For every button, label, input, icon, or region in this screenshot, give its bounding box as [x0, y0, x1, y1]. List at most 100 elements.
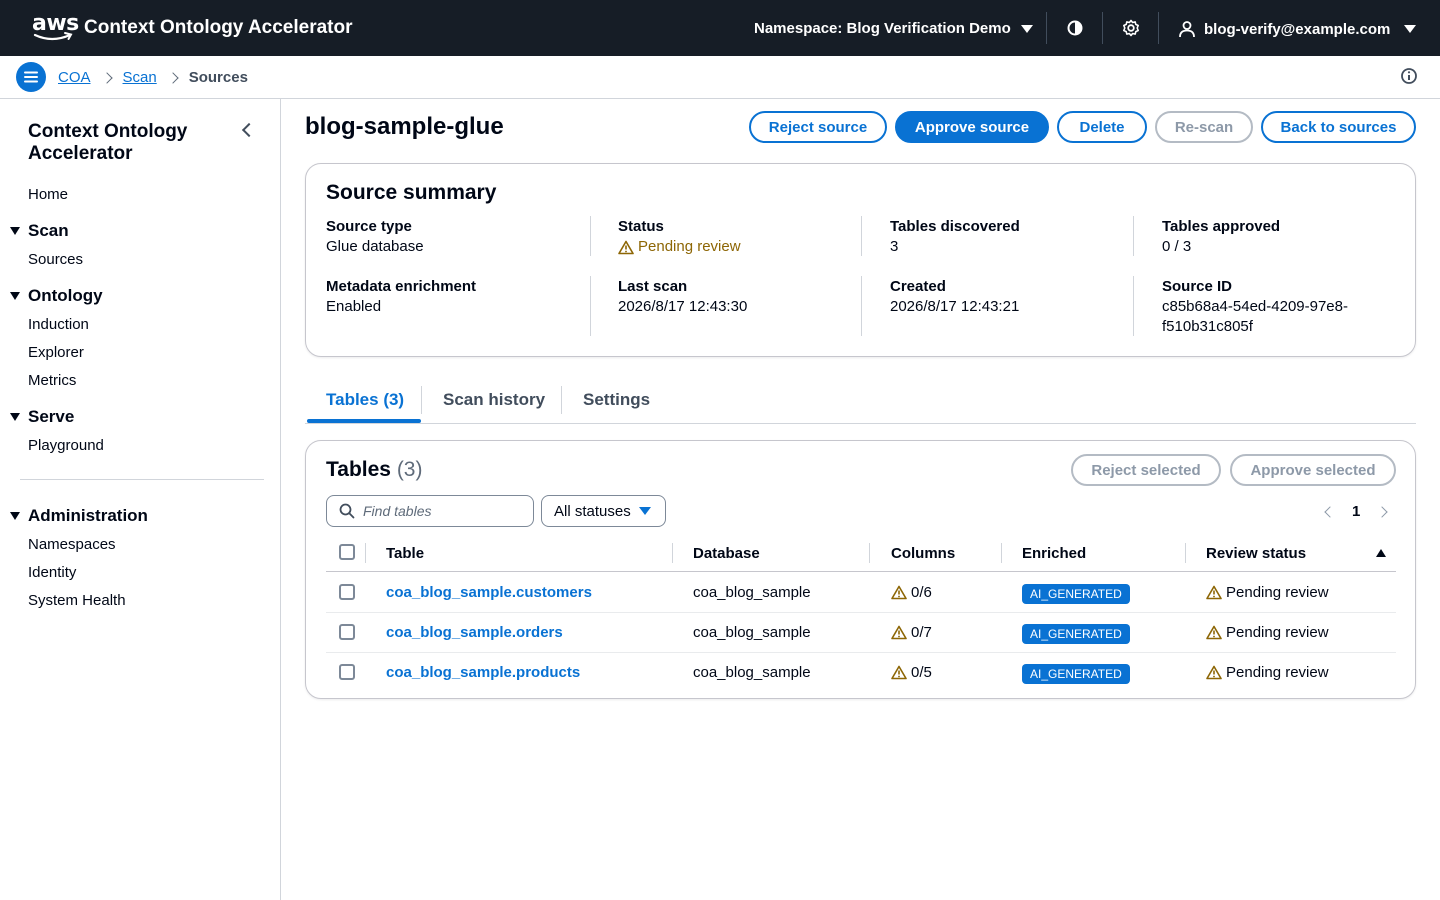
column-divider [1185, 543, 1186, 563]
field-label: Status [618, 218, 664, 235]
field-value: 3 [890, 238, 899, 255]
sidebar-section-scan[interactable]: Scan [10, 221, 69, 241]
tab-scan-history[interactable]: Scan history [443, 390, 545, 410]
delete-button[interactable]: Delete [1057, 111, 1147, 143]
database-cell: coa_blog_sample [693, 584, 811, 601]
status-filter-select[interactable]: All statuses [541, 495, 666, 527]
gear-icon[interactable] [1122, 19, 1140, 37]
columns-cell: 0/7 [891, 624, 932, 641]
tables-title-text: Tables [326, 458, 391, 481]
sidebar-item-system-health[interactable]: System Health [28, 592, 126, 609]
back-to-sources-button[interactable]: Back to sources [1261, 111, 1416, 143]
contrast-icon[interactable] [1066, 19, 1084, 37]
table-link[interactable]: coa_blog_sample.orders [386, 624, 563, 641]
namespace-label: Namespace: Blog Verification Demo [754, 20, 1011, 37]
sidebar-item-sources[interactable]: Sources [28, 251, 83, 268]
user-menu[interactable]: blog-verify@example.com [1178, 20, 1417, 38]
collapse-sidebar-icon[interactable] [241, 122, 257, 138]
menu-button[interactable] [16, 62, 46, 92]
sidebar-item-identity[interactable]: Identity [28, 564, 76, 581]
field-label: Tables approved [1162, 218, 1281, 235]
search-field[interactable] [326, 495, 534, 527]
caret-down-icon [1404, 25, 1417, 33]
source-summary-title: Source summary [326, 181, 497, 204]
columns-value: 0/7 [911, 624, 932, 641]
table-link[interactable]: coa_blog_sample.products [386, 664, 580, 681]
columns-cell: 0/5 [891, 664, 932, 681]
page-title: blog-sample-glue [305, 113, 504, 140]
header-divider [1158, 12, 1159, 44]
enriched-badge: AI_GENERATED [1022, 624, 1130, 644]
warning-icon [1206, 585, 1222, 600]
tables-count: (3) [396, 458, 423, 481]
review-status-cell: Pending review [1206, 584, 1329, 601]
sidebar-item-metrics[interactable]: Metrics [28, 372, 76, 389]
active-tab-indicator [307, 419, 421, 423]
select-all-checkbox[interactable] [339, 544, 355, 560]
column-divider [590, 276, 591, 336]
field-label: Tables discovered [890, 218, 1020, 235]
tab-settings[interactable]: Settings [583, 390, 650, 410]
warning-icon [1206, 625, 1222, 640]
breadcrumb-coa[interactable]: COA [58, 69, 91, 86]
column-header-database[interactable]: Database [693, 545, 760, 562]
field-value: 2026/8/17 12:43:30 [618, 298, 748, 315]
field-label: Source type [326, 218, 412, 235]
column-header-enriched[interactable]: Enriched [1022, 545, 1086, 562]
approve-source-button[interactable]: Approve source [895, 111, 1049, 143]
sidebar-item-induction[interactable]: Induction [28, 316, 89, 333]
columns-cell: 0/6 [891, 584, 932, 601]
row-checkbox[interactable] [339, 584, 355, 600]
database-cell: coa_blog_sample [693, 624, 811, 641]
status-field: Status Pending review [618, 217, 741, 257]
breadcrumb-scan[interactable]: Scan [123, 69, 157, 86]
header-divider [1102, 12, 1103, 44]
info-icon[interactable] [1400, 67, 1418, 85]
row-checkbox[interactable] [339, 624, 355, 640]
field-value: f510b31c805f [1162, 318, 1253, 335]
tab-tables[interactable]: Tables (3) [326, 390, 404, 410]
row-checkbox[interactable] [339, 664, 355, 680]
reject-source-button[interactable]: Reject source [749, 111, 887, 143]
approve-selected-button: Approve selected [1230, 454, 1396, 486]
sidebar-item-playground[interactable]: Playground [28, 437, 104, 454]
sidebar-title[interactable]: Context Ontology Accelerator [28, 121, 228, 165]
field-value: Enabled [326, 298, 382, 315]
sidebar-section-ontology[interactable]: Ontology [10, 286, 103, 306]
tables-title: Tables (3) [326, 458, 422, 482]
top-navigation: aws Context Ontology Accelerator Namespa… [0, 0, 1440, 56]
tab-divider [561, 386, 562, 414]
columns-value: 0/6 [911, 584, 932, 601]
column-header-columns[interactable]: Columns [891, 545, 955, 562]
chevron-right-icon[interactable] [1376, 503, 1388, 520]
column-header-table[interactable]: Table [386, 545, 424, 562]
breadcrumb: COA Scan Sources [58, 69, 248, 86]
review-status-text: Pending review [1226, 664, 1329, 681]
warning-icon [891, 625, 907, 640]
namespace-selector[interactable]: Namespace: Blog Verification Demo [754, 20, 1033, 37]
sidebar-section-label: Ontology [28, 286, 103, 305]
column-header-review-status[interactable]: Review status [1206, 545, 1306, 562]
tables-discovered-field: Tables discovered 3 [890, 217, 1020, 257]
menu-icon [24, 71, 38, 83]
sidebar-item-explorer[interactable]: Explorer [28, 344, 84, 361]
sidebar-section-serve[interactable]: Serve [10, 407, 74, 427]
search-input[interactable] [363, 503, 523, 519]
aws-logo-icon[interactable]: aws [32, 13, 79, 43]
sidebar-item-home[interactable]: Home [28, 186, 68, 203]
sidebar-section-administration[interactable]: Administration [10, 506, 148, 526]
status-filter-value: All statuses [554, 502, 631, 520]
sort-ascending-icon[interactable] [1376, 549, 1386, 557]
app-title[interactable]: Context Ontology Accelerator [84, 17, 353, 39]
table-link[interactable]: coa_blog_sample.customers [386, 584, 592, 601]
sidebar-item-namespaces[interactable]: Namespaces [28, 536, 116, 553]
caret-down-icon [10, 227, 20, 235]
row-divider [326, 612, 1396, 613]
page-number[interactable]: 1 [1352, 503, 1360, 520]
status-badge: Pending review [618, 237, 741, 257]
chevron-left-icon[interactable] [1324, 503, 1336, 520]
warning-icon [1206, 665, 1222, 680]
field-value: 0 / 3 [1162, 238, 1192, 255]
column-divider [365, 543, 366, 563]
tab-list: Tables (3) Scan history Settings [305, 378, 1416, 424]
